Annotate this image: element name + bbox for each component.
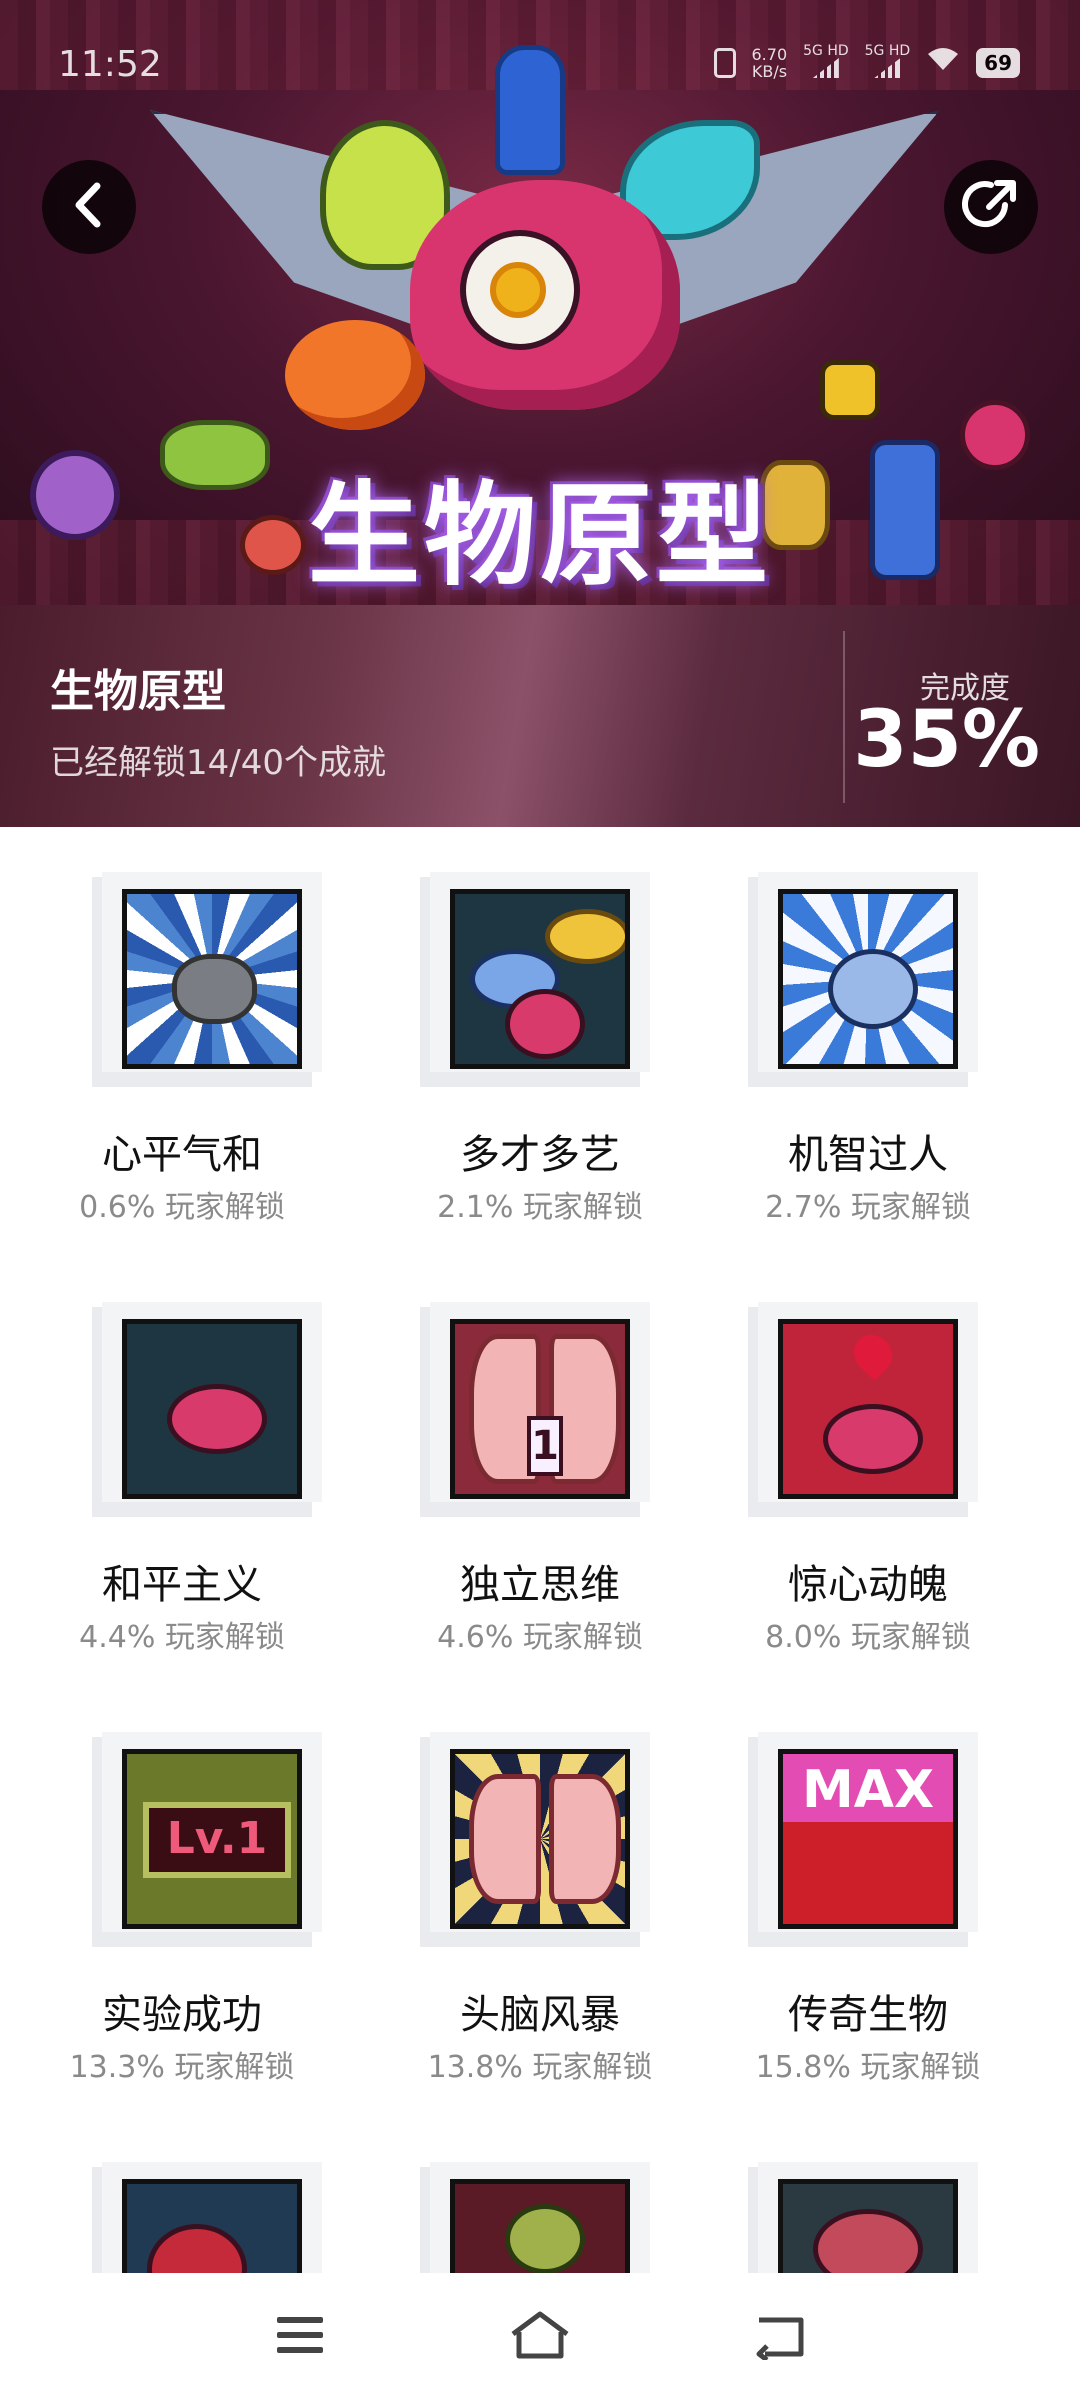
achievement-unlock-rate: 8.0% 玩家解锁 — [765, 1620, 971, 1655]
nav-back-button[interactable] — [740, 2297, 820, 2377]
signal-bars-icon — [874, 58, 901, 78]
heart-icon — [846, 1327, 900, 1381]
menu-icon — [275, 2313, 325, 2361]
achievement-badge-icon — [778, 1319, 958, 1499]
achievement-name: 传奇生物 — [788, 1992, 948, 2038]
achievement-unlock-rate: 4.6% 玩家解锁 — [437, 1620, 643, 1655]
completion-value: 35% — [853, 695, 1040, 785]
achievement-name: 心平气和 — [102, 1132, 262, 1178]
home-icon — [509, 2310, 571, 2364]
achievement-name: 实验成功 — [102, 1992, 262, 2038]
achievement-name: 独立思维 — [460, 1562, 620, 1608]
achievement-unlock-rate: 2.1% 玩家解锁 — [437, 1190, 643, 1225]
achievement-badge-icon — [122, 2179, 302, 2273]
unlock-summary: 已经解锁14/40个成就 — [50, 743, 386, 783]
signal-bars-icon — [812, 58, 839, 78]
achievement-badge-icon — [450, 1749, 630, 1929]
status-time: 11:52 — [58, 44, 162, 85]
back-button[interactable] — [42, 160, 136, 254]
achievement-badge-icon — [450, 2179, 630, 2273]
collection-title: 生物原型 — [50, 666, 226, 717]
achievement-unlock-rate: 13.8% 玩家解锁 — [427, 2050, 653, 2085]
achievement-unlock-rate: 15.8% 玩家解锁 — [755, 2050, 981, 2085]
wifi-icon — [926, 45, 960, 80]
fungus-art — [285, 320, 425, 430]
achievement-unlock-rate: 4.4% 玩家解锁 — [79, 1620, 285, 1655]
battery-indicator: 69 — [976, 47, 1020, 78]
achievement-badge-icon: MAX — [778, 1749, 958, 1929]
share-button[interactable] — [944, 160, 1038, 254]
achievement-name: 多才多艺 — [460, 1132, 620, 1178]
info-divider — [843, 631, 845, 803]
achievement-badge-icon — [122, 1319, 302, 1499]
collection-info: 生物原型 已经解锁14/40个成就 完成度 35% — [0, 605, 1080, 827]
chevron-left-icon — [69, 180, 109, 234]
nav-home-button[interactable] — [500, 2297, 580, 2377]
achievement-badge-icon: Lv.1 — [122, 1749, 302, 1929]
back-arrow-icon — [753, 2310, 807, 2364]
signal-sim1: 5G HD — [803, 44, 849, 81]
achievement-grid: 心平气和 0.6% 玩家解锁 多才多艺 2.1% 玩家解锁 机智过人 2.7% … — [0, 827, 1080, 2273]
status-bar: 11:52 6.70 KB/s 5G HD 5G HD 69 — [0, 38, 1080, 98]
achievement-badge-icon: 1 — [450, 1319, 630, 1499]
achievement-unlock-rate: 2.7% 玩家解锁 — [765, 1190, 971, 1225]
status-icons: 6.70 KB/s 5G HD 5G HD 69 — [713, 44, 1020, 81]
achievement-name: 和平主义 — [102, 1562, 262, 1608]
achievement-name: 头脑风暴 — [460, 1992, 620, 2038]
achievement-badge-icon — [778, 889, 958, 1069]
creature-pupil-art — [490, 262, 546, 318]
achievement-name: 机智过人 — [788, 1132, 948, 1178]
vibrate-icon — [713, 47, 736, 78]
achievement-unlock-rate: 0.6% 玩家解锁 — [79, 1190, 285, 1225]
achievement-name: 惊心动魄 — [788, 1562, 948, 1608]
nav-menu-button[interactable] — [260, 2297, 340, 2377]
achievement-badge-icon — [778, 2179, 958, 2273]
achievement-badge-icon — [450, 889, 630, 1069]
share-icon — [961, 175, 1021, 239]
achievement-badge-icon — [122, 889, 302, 1069]
achievement-unlock-rate: 13.3% 玩家解锁 — [69, 2050, 295, 2085]
signal-sim2: 5G HD — [865, 44, 910, 81]
hero-logo-text: 生物原型 — [308, 471, 772, 601]
minion-art — [820, 360, 880, 420]
net-speed: 6.70 KB/s — [751, 44, 788, 81]
system-nav-bar — [0, 2273, 1080, 2400]
